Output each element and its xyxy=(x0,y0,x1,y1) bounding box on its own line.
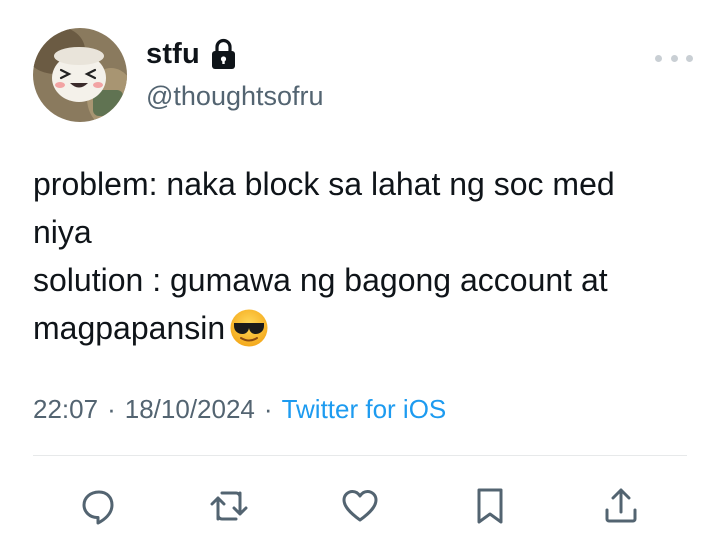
retweet-icon xyxy=(210,491,248,521)
more-dot-icon xyxy=(655,54,662,62)
tweet-text: problem: naka block sa lahat ng soc med … xyxy=(33,160,703,352)
tweet-meta: 22:07 · 18/10/2024 · Twitter for iOS xyxy=(33,394,446,425)
share-button[interactable] xyxy=(597,482,645,530)
reply-icon xyxy=(82,490,114,525)
more-dot-icon xyxy=(670,54,678,62)
tweet-card: stfu @thoughtsofru problem: naka block s… xyxy=(0,0,720,551)
user-handle[interactable]: @thoughtsofru xyxy=(146,81,324,112)
like-button[interactable] xyxy=(336,482,384,530)
tweet-text-line: niya xyxy=(33,214,92,250)
like-icon xyxy=(342,490,378,522)
tweet-text-line: problem: naka block sa lahat ng soc med xyxy=(33,166,615,202)
divider xyxy=(33,455,687,456)
lock-icon xyxy=(210,38,237,71)
tweet-source[interactable]: Twitter for iOS xyxy=(282,394,447,424)
tweet-actions xyxy=(0,478,720,538)
meta-separator: · xyxy=(107,394,116,424)
sunglasses-emoji-icon xyxy=(229,308,269,348)
more-dot-icon xyxy=(686,54,693,62)
tweet-time[interactable]: 22:07 xyxy=(33,394,98,424)
bookmark-icon xyxy=(477,488,503,524)
share-icon xyxy=(605,488,637,523)
tweet-text-line: magpapansin xyxy=(33,310,226,346)
reply-button[interactable] xyxy=(75,482,123,530)
meta-separator: · xyxy=(263,394,273,424)
bookmark-button[interactable] xyxy=(466,482,514,530)
name-row: stfu xyxy=(146,38,237,71)
avatar[interactable] xyxy=(33,28,127,122)
tweet-date[interactable]: 18/10/2024 xyxy=(125,394,255,424)
tweet-text-line: solution : gumawa ng bagong account at xyxy=(33,262,608,298)
avatar-image xyxy=(33,28,127,122)
tweet-text-line-last: magpapansin xyxy=(33,304,703,352)
more-options-button[interactable] xyxy=(655,47,693,69)
retweet-button[interactable] xyxy=(205,482,253,530)
display-name[interactable]: stfu xyxy=(146,38,200,71)
